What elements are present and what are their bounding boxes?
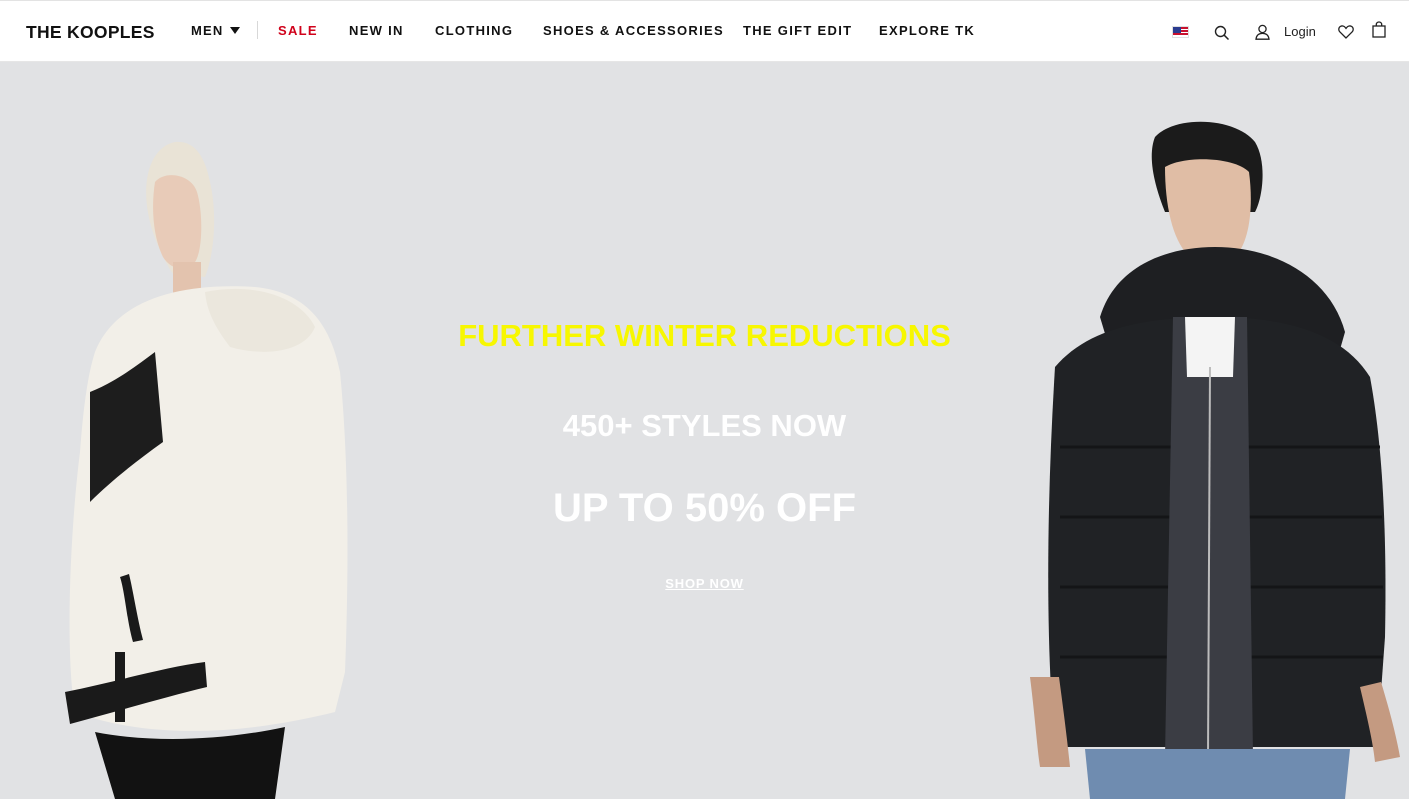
us-flag-icon[interactable] — [1172, 26, 1189, 38]
shop-now-link[interactable]: SHOP NOW — [665, 576, 743, 591]
shop-now-wrapper: SHOP NOW — [0, 575, 1409, 593]
hero-subline: 450+ STYLES NOW — [562, 408, 847, 443]
site-logo[interactable]: THE KOOPLES — [26, 22, 155, 43]
heart-icon[interactable] — [1338, 25, 1354, 39]
shopping-bag-icon[interactable] — [1372, 21, 1386, 38]
nav-gift-edit[interactable]: THE GIFT EDIT — [743, 23, 852, 38]
nav-men-dropdown[interactable]: MEN — [191, 23, 240, 38]
woman-model-image — [65, 141, 348, 799]
nav-sale[interactable]: SALE — [278, 23, 318, 38]
hero-banner[interactable]: FURTHER WINTER REDUCTIONS 450+ STYLES NO… — [0, 62, 1409, 799]
hero-offer: UP TO 50% OFF — [552, 486, 857, 530]
nav-new-in[interactable]: NEW IN — [349, 23, 404, 38]
nav-divider — [257, 21, 258, 39]
site-header: THE KOOPLES MEN SALE NEW IN CLOTHING SHO… — [0, 0, 1409, 62]
caret-down-icon — [229, 27, 240, 34]
hero-headline: FURTHER WINTER REDUCTIONS — [458, 318, 951, 353]
login-link[interactable]: Login — [1284, 24, 1316, 39]
man-model-image — [1030, 121, 1400, 799]
search-icon[interactable] — [1214, 25, 1230, 41]
nav-explore[interactable]: EXPLORE TK — [879, 23, 975, 38]
nav-clothing[interactable]: CLOTHING — [435, 23, 513, 38]
user-icon[interactable] — [1255, 24, 1270, 40]
nav-shoes-accessories[interactable]: SHOES & ACCESSORIES — [543, 23, 724, 38]
nav-men-label: MEN — [191, 23, 224, 38]
